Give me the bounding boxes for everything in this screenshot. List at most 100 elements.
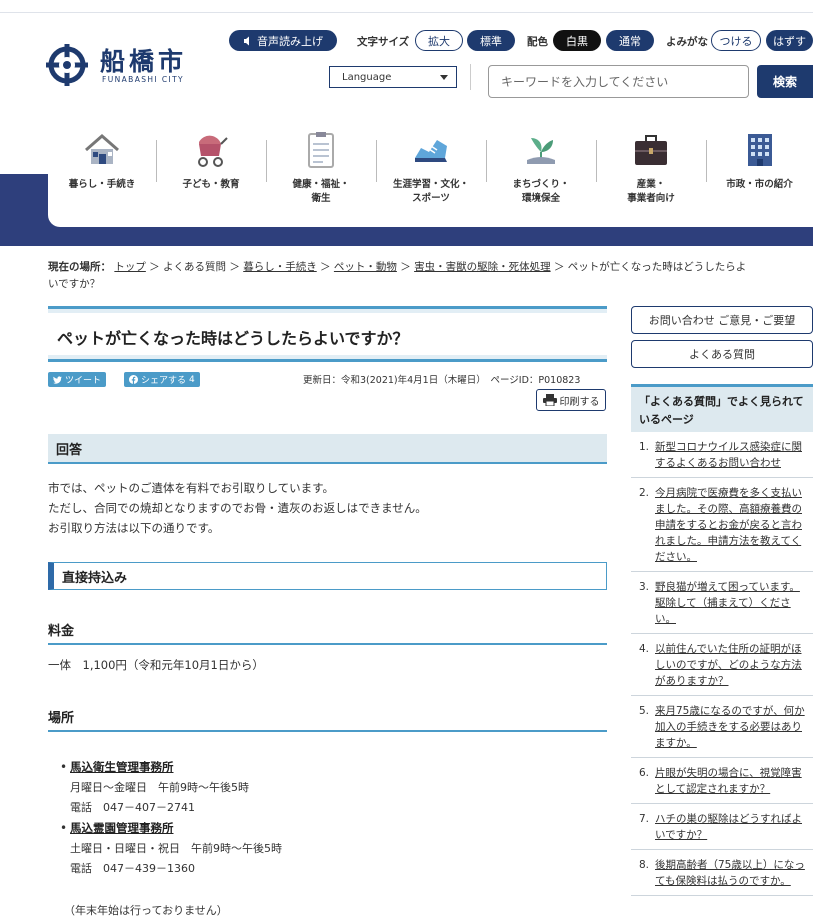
breadcrumb-pets[interactable]: ペット・動物 (334, 261, 397, 273)
logo-english: FUNABASHI CITY (102, 75, 185, 84)
faq-link[interactable]: 野良猫が増えて困っています。駆除して（捕まえて）ください。 (655, 579, 809, 627)
font-size-label: 文字サイズ (357, 36, 410, 48)
item-number: 4. (639, 643, 650, 655)
print-button[interactable]: 印刷する (536, 389, 606, 411)
list-item: 馬込霊園管理事務所 土曜日・日曜日・祝日 午前9時～午後5時 電話 047－43… (60, 818, 282, 879)
place-link[interactable]: 馬込衛生管理事務所 (70, 760, 174, 774)
search-input[interactable]: キーワードを入力してください (488, 65, 749, 98)
direct-heading: 直接持込み (48, 562, 607, 590)
place-link[interactable]: 馬込霊園管理事務所 (70, 821, 174, 835)
breadcrumb-top[interactable]: トップ (114, 261, 146, 273)
share-count: 4 (189, 374, 195, 385)
answer-text: 市では、ペットのご遺体を有料でお引取りしています。 ただし、合同での焼却となりま… (48, 478, 427, 538)
item-number: 6. (639, 767, 650, 779)
color-normal-button[interactable]: 通常 (606, 30, 654, 51)
popular-faq-panel: 「よくある質問」でよく見られているページ 1. 新型コロナウイルス感染症に関するよ… (631, 384, 813, 921)
nav-learning-label: 生涯学習・文化・ スポーツ (392, 179, 469, 204)
nav-business-label: 産業・ 事業者向け (627, 179, 675, 204)
item-number: 8. (639, 859, 650, 871)
tweet-button[interactable]: ツイート (48, 372, 107, 387)
furigana-off-button[interactable]: はずす (766, 30, 813, 51)
nav-townbuilding-label: まちづくり・ 環境保全 (512, 179, 570, 204)
nav-health-label: 健康・福祉・ 衛生 (292, 179, 350, 204)
top-border (0, 12, 813, 13)
language-select[interactable]: Language (329, 66, 457, 88)
contact-button[interactable]: お問い合わせ ご意見・ご要望 (631, 306, 813, 334)
item-number: 7. (639, 813, 650, 825)
facebook-share-button[interactable]: シェアする 4 (124, 372, 200, 387)
faq-button[interactable]: よくある質問 (631, 340, 813, 368)
item-number: 5. (639, 705, 650, 717)
nav-city-hall[interactable]: 市政・市の紹介 (706, 118, 813, 227)
item-number: 2. (639, 487, 650, 499)
holiday-note: （年末年始は行っておりません） (64, 904, 228, 917)
breadcrumb-faq: よくある質問 (163, 261, 227, 273)
printer-icon (542, 394, 557, 406)
breadcrumb-label: 現在の場所： (48, 261, 111, 273)
page-title: ペットが亡くなった時はどうしたらよいですか？ (57, 329, 409, 348)
nav-business[interactable]: 産業・ 事業者向け (596, 118, 706, 227)
color-scheme-label: 配色 (527, 36, 548, 48)
update-info: 更新日：令和3(2021)年4月1日（木曜日） ページID：P010823 (303, 375, 581, 386)
house-icon (85, 134, 119, 164)
faq-link[interactable]: 新型コロナウイルス感染症に関するよくあるお問い合わせ (655, 439, 809, 471)
fee-text: 一体 1,100円（令和元年10月1日から） (48, 658, 264, 672)
list-item: 1. 新型コロナウイルス感染症に関するよくあるお問い合わせ (631, 432, 813, 478)
print-label: 印刷する (559, 396, 600, 408)
breadcrumb-current-cont: いですか？ (48, 278, 101, 290)
nav-learning[interactable]: 生涯学習・文化・ スポーツ (376, 118, 486, 227)
font-standard-button[interactable]: 標準 (467, 30, 515, 51)
faq-link[interactable]: 後期高齢者（75歳以上）になっても保険料は払うのですか。 (655, 857, 809, 889)
furigana-label: よみがな (666, 36, 708, 48)
briefcase-icon (635, 135, 667, 165)
breadcrumb-living[interactable]: 暮らし・手続き (243, 261, 317, 273)
nav-city-hall-label: 市政・市の紹介 (726, 179, 793, 190)
place-hours: 土曜日・日曜日・祝日 午前9時～午後5時 (70, 842, 282, 855)
nav-health[interactable]: 健康・福祉・ 衛生 (266, 118, 376, 227)
nav-living[interactable]: 暮らし・手続き (48, 118, 156, 227)
fee-heading: 料金 (48, 615, 607, 645)
breadcrumb: 現在の場所： トップ ＞ よくある質問 ＞ 暮らし・手続き ＞ ペット・動物 ＞… (48, 261, 747, 290)
sneaker-icon (415, 140, 447, 162)
furigana-on-button[interactable]: つける (711, 30, 761, 51)
language-select-value: Language (342, 71, 392, 83)
funabashi-emblem-icon (46, 44, 88, 86)
answer-heading: 回答 (48, 434, 607, 464)
list-item: 8. 後期高齢者（75歳以上）になっても保険料は払うのですか。 (631, 850, 813, 896)
item-number: 3. (639, 581, 650, 593)
search-button[interactable]: 検索 (757, 65, 813, 98)
speaker-icon (244, 36, 249, 45)
nav-townbuilding[interactable]: まちづくり・ 環境保全 (486, 118, 596, 227)
tweet-label: ツイート (65, 376, 102, 386)
list-item: 2. 今月病院で医療費を多く支払いました。その際、高額療養費の申請をするとお金が戻… (631, 478, 813, 572)
place-list: 馬込衛生管理事務所 月曜日～金曜日 午前9時～午後5時 電話 047－407－2… (60, 757, 282, 879)
city-hall-icon (747, 134, 772, 166)
faq-link[interactable]: 来月75歳になるのですが、何か加入の手続きをする必要はありますか。 (655, 703, 809, 751)
nav-living-label: 暮らし・手続き (68, 179, 136, 190)
popular-faq-list: 1. 新型コロナウイルス感染症に関するよくあるお問い合わせ 2. 今月病院で医療費を… (631, 432, 813, 896)
faq-link[interactable]: 以前住んでいた住所の証明がほしいのですが、どのような方法がありますか？ (655, 641, 809, 689)
faq-link[interactable]: 今月病院で医療費を多く支払いました。その際、高額療養費の申請をするとお金が戻ると… (655, 485, 809, 565)
clipboard-icon (308, 132, 334, 168)
font-enlarge-button[interactable]: 拡大 (415, 30, 463, 51)
twitter-icon (53, 375, 62, 384)
stroller-icon (198, 135, 228, 167)
logo-name: 船橋市 (100, 47, 188, 76)
chevron-down-icon (440, 75, 448, 80)
faq-link[interactable]: 片眼が失明の場合に、視覚障害として認定されますか？ (655, 765, 809, 797)
breadcrumb-pest[interactable]: 害虫・害獣の駆除・死体処理 (414, 261, 551, 273)
popular-faq-heading: 「よくある質問」でよく見られているページ (631, 384, 813, 432)
list-item: 馬込衛生管理事務所 月曜日～金曜日 午前9時～午後5時 電話 047－407－2… (60, 757, 282, 818)
item-number: 1. (639, 441, 650, 453)
place-heading: 場所 (48, 702, 607, 732)
faq-link[interactable]: ハチの巣の駆除はどうすればよいですか？ (655, 811, 809, 843)
place-tel: 電話 047－407－2741 (70, 801, 195, 814)
header-divider (470, 64, 471, 90)
answer-line: ただし、合同での焼却となりますのでお骨・遺灰のお返しはできません。 (48, 501, 427, 515)
read-aloud-button[interactable]: 音声読み上げ (229, 30, 337, 51)
place-tel: 電話 047－439－1360 (70, 862, 195, 875)
nav-children[interactable]: 子ども・教育 (156, 118, 266, 227)
list-item: 4. 以前住んでいた住所の証明がほしいのですが、どのような方法がありますか？ (631, 634, 813, 696)
sprout-icon (527, 138, 555, 164)
color-white-black-button[interactable]: 白黒 (553, 30, 601, 51)
